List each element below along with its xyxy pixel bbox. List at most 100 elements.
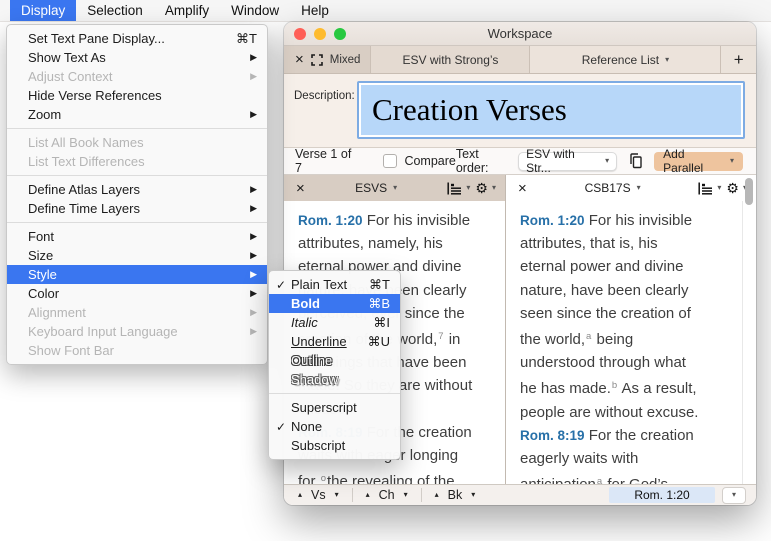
chevron-down-icon: ▾	[732, 491, 736, 499]
menu-bar-item-display[interactable]: Display	[10, 0, 76, 21]
right-pane-verse-text[interactable]: Rom. 1:20 For his invisibleattributes, t…	[506, 201, 756, 484]
submenu-arrow-icon: ▶	[247, 326, 257, 337]
reference-input[interactable]: Rom. 1:20	[609, 487, 715, 503]
submenu-item-underline[interactable]: Underline ⌘U	[269, 332, 400, 351]
chevron-down-icon: ▾	[637, 184, 641, 192]
submenu-item-superscript[interactable]: Superscript	[269, 398, 400, 417]
context-options-button[interactable]: ▾	[698, 182, 721, 195]
chapter-stepper-label: Ch	[379, 488, 395, 502]
submenu-item-plain-text[interactable]: ✓ Plain Text ⌘T	[269, 275, 400, 294]
submenu-item-bold[interactable]: Bold ⌘B	[269, 294, 400, 313]
description-value: Creation Verses	[372, 92, 567, 128]
menu-item-size[interactable]: Size ▶	[7, 246, 267, 265]
verse-line: attributes, that is, his	[520, 232, 752, 255]
verse-text: nature, have been clearly	[520, 282, 688, 299]
pane-settings-button[interactable]: ⚙ ▾	[726, 181, 747, 195]
menu-item-zoom[interactable]: Zoom ▶	[7, 105, 267, 124]
menu-item-set-text-pane-display[interactable]: Set Text Pane Display... ⌘T	[7, 29, 267, 48]
menu-item-label: Adjust Context	[28, 69, 235, 84]
tab-label: Reference List	[582, 53, 659, 67]
verse-text: For his invisible	[363, 212, 471, 229]
close-pane-icon[interactable]: ×	[518, 181, 527, 196]
minimize-window-button[interactable]	[314, 28, 326, 40]
window-title-bar[interactable]: Workspace	[284, 22, 756, 46]
step-down-icon[interactable]: ▾	[471, 491, 475, 499]
submenu-item-subscript[interactable]: Subscript	[269, 436, 400, 455]
verse-line: seen since the creation of	[520, 302, 752, 325]
menu-bar-item-selection[interactable]: Selection	[76, 0, 154, 21]
tab-reference-list[interactable]: Reference List ▾	[530, 46, 720, 73]
verse-line: attributes, namely, his	[298, 232, 501, 255]
step-up-icon[interactable]: ▴	[366, 491, 370, 499]
submenu-item-none[interactable]: ✓ None	[269, 417, 400, 436]
menu-item-font[interactable]: Font ▶	[7, 227, 267, 246]
reference-dropdown-button[interactable]: ▾	[722, 487, 746, 504]
menu-item-style[interactable]: Style ▶	[7, 265, 267, 284]
verse-text: seen since the creation of	[520, 305, 691, 322]
close-pane-icon[interactable]: ×	[296, 181, 305, 196]
menu-item-define-time-layers[interactable]: Define Time Layers ▶	[7, 199, 267, 218]
verse-text: being	[592, 331, 633, 348]
close-tab-icon[interactable]: ×	[295, 52, 304, 67]
verse-text: for	[298, 473, 320, 484]
description-input[interactable]: Creation Verses	[357, 81, 745, 139]
scrollbar-thumb[interactable]	[745, 178, 753, 205]
menu-item-hide-verse-references[interactable]: Hide Verse References	[7, 86, 267, 105]
compare-checkbox[interactable]	[383, 154, 397, 168]
menu-separator	[7, 128, 267, 129]
zoom-window-button[interactable]	[334, 28, 346, 40]
menu-item-label: List All Book Names	[28, 135, 257, 150]
step-down-icon[interactable]: ▾	[335, 491, 339, 499]
menu-item-label: Superscript	[291, 400, 390, 415]
submenu-item-italic[interactable]: Italic ⌘I	[269, 313, 400, 332]
verse-count-label: Verse 1 of 7	[295, 147, 357, 175]
step-up-icon[interactable]: ▴	[298, 491, 302, 499]
verse-text: attributes, namely, his	[298, 235, 443, 252]
menu-item-label: Color	[28, 286, 235, 301]
footnote-marker: a	[586, 331, 591, 342]
step-up-icon[interactable]: ▴	[435, 491, 439, 499]
menu-separator	[7, 175, 267, 176]
chevron-down-icon: ▾	[492, 184, 496, 192]
add-tab-button[interactable]: +	[720, 46, 756, 73]
menu-bar-item-amplify[interactable]: Amplify	[154, 0, 220, 21]
menu-item-label: Alignment	[28, 305, 235, 320]
submenu-item-shadow[interactable]: Shadow	[269, 370, 400, 389]
menu-item-show-text-as[interactable]: Show Text As ▶	[7, 48, 267, 67]
submenu-arrow-icon: ▶	[247, 71, 257, 82]
display-menu: Set Text Pane Display... ⌘T Show Text As…	[6, 24, 268, 365]
text-order-select[interactable]: ESV with Str... ▾	[518, 152, 617, 171]
right-pane-text-selector[interactable]: CSB17S ▾	[527, 181, 699, 195]
add-parallel-label: Add Parallel	[663, 147, 723, 175]
menu-item-label: Hide Verse References	[28, 88, 257, 103]
expand-tab-icon[interactable]	[311, 54, 323, 66]
verse-stepper[interactable]: ▴ Vs ▾	[294, 488, 343, 502]
verse-line: the world,a being	[520, 325, 752, 351]
description-row: Description: Creation Verses	[284, 74, 756, 148]
left-pane-header: × ESVS ▾ ▾	[284, 175, 505, 201]
submenu-arrow-icon: ▶	[247, 231, 257, 242]
verse-text: eagerly waits with	[520, 450, 638, 467]
tab-esv-with-strongs[interactable]: ESV with Strong’s	[370, 46, 530, 73]
submenu-item-outline[interactable]: Outline	[269, 351, 400, 370]
menu-bar-item-help[interactable]: Help	[290, 0, 340, 21]
close-window-button[interactable]	[294, 28, 306, 40]
context-options-button[interactable]: ▾	[447, 182, 470, 195]
text-order-label: Text order:	[456, 147, 511, 175]
menu-item-show-font-bar: Show Font Bar	[7, 341, 267, 360]
menu-bar-item-window[interactable]: Window	[220, 0, 290, 21]
book-stepper[interactable]: ▴ Bk ▾	[431, 488, 480, 502]
chevron-down-icon: ▾	[466, 184, 470, 192]
chapter-stepper[interactable]: ▴ Ch ▾	[362, 488, 412, 502]
step-down-icon[interactable]: ▾	[404, 491, 408, 499]
submenu-arrow-icon: ▶	[247, 269, 257, 280]
add-parallel-button[interactable]: Add Parallel ▾	[654, 152, 743, 171]
left-pane-text-selector[interactable]: ESVS ▾	[305, 181, 448, 195]
verse-reference: Rom. 8:19	[520, 428, 585, 443]
menu-item-define-atlas-layers[interactable]: Define Atlas Layers ▶	[7, 180, 267, 199]
pane-settings-button[interactable]: ⚙ ▾	[475, 181, 496, 195]
workspace-tab-bar: × Mixed ESV with Strong’s Reference List…	[284, 46, 756, 74]
menu-item-color[interactable]: Color ▶	[7, 284, 267, 303]
duplicate-pane-button[interactable]	[627, 153, 644, 169]
plus-icon: +	[734, 50, 744, 70]
